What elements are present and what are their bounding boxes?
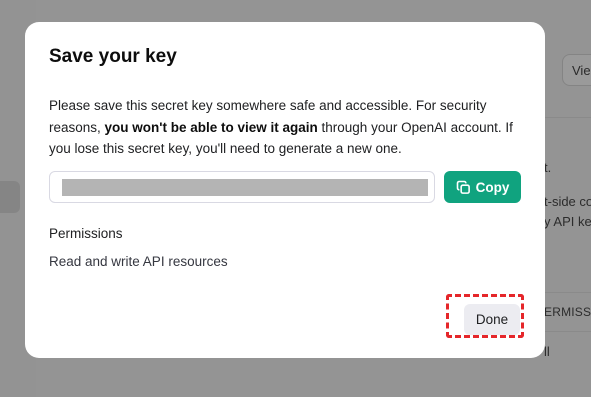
background-text: t-side co <box>544 194 591 209</box>
dialog-title: Save your key <box>49 46 177 67</box>
dialog-description: Please save this secret key somewhere sa… <box>49 95 521 160</box>
background-table-cell: ll <box>544 344 550 359</box>
done-button[interactable]: Done <box>464 304 520 335</box>
copy-button-label: Copy <box>475 179 510 195</box>
background-table-header: ERMISSI <box>544 305 591 319</box>
background-view-button-label: Vie <box>572 63 591 78</box>
background-sidebar-selected-item <box>0 181 20 213</box>
copy-icon <box>456 180 471 195</box>
secret-key-field[interactable] <box>49 171 435 203</box>
background-text: y API ke <box>544 214 591 229</box>
description-emphasis: you won't be able to view it again <box>104 119 318 135</box>
secret-key-redacted <box>62 179 428 196</box>
permissions-value: Read and write API resources <box>49 254 228 269</box>
page: Vie t. t-side co y API ke ERMISSI ll Sav… <box>0 0 591 397</box>
background-view-button: Vie <box>562 54 591 86</box>
background-text: t. <box>544 160 552 175</box>
permissions-label: Permissions <box>49 226 123 241</box>
copy-button[interactable]: Copy <box>444 171 521 203</box>
done-button-label: Done <box>475 312 509 327</box>
save-key-dialog: Save your key Please save this secret ke… <box>25 22 545 358</box>
